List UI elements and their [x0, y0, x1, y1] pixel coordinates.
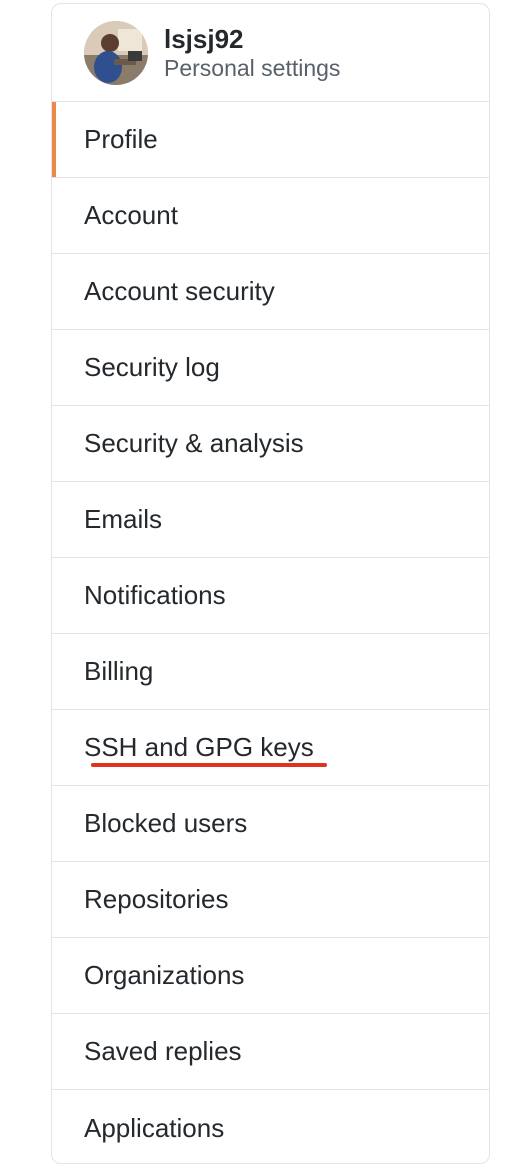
settings-sidebar: lsjsj92 Personal settings Profile Accoun…	[51, 3, 490, 1164]
nav-item-security-analysis[interactable]: Security & analysis	[52, 406, 489, 482]
avatar[interactable]	[84, 20, 148, 85]
nav-item-emails[interactable]: Emails	[52, 482, 489, 558]
nav-item-label: Account	[84, 200, 178, 230]
settings-nav: Profile Account Account security Securit…	[52, 102, 489, 1163]
user-text: lsjsj92 Personal settings	[164, 24, 340, 82]
nav-item-blocked-users[interactable]: Blocked users	[52, 786, 489, 862]
nav-item-repositories[interactable]: Repositories	[52, 862, 489, 938]
nav-item-organizations[interactable]: Organizations	[52, 938, 489, 1014]
nav-item-label: Saved replies	[84, 1036, 242, 1066]
nav-item-account-security[interactable]: Account security	[52, 254, 489, 330]
nav-item-label: Profile	[84, 124, 158, 154]
nav-item-label: Applications	[84, 1112, 225, 1143]
nav-item-label: Notifications	[84, 580, 226, 610]
nav-item-label: Repositories	[84, 884, 229, 914]
nav-item-security-log[interactable]: Security log	[52, 330, 489, 406]
nav-item-label: Account security	[84, 276, 275, 306]
highlight-underline	[91, 763, 327, 767]
personal-settings-label: Personal settings	[164, 54, 341, 81]
nav-item-billing[interactable]: Billing	[52, 634, 489, 710]
nav-item-applications[interactable]: Applications	[52, 1090, 489, 1163]
nav-item-account[interactable]: Account	[52, 178, 489, 254]
nav-item-label: Billing	[84, 656, 154, 686]
nav-item-ssh-gpg-keys[interactable]: SSH and GPG keys	[52, 710, 489, 786]
user-header: lsjsj92 Personal settings	[52, 4, 489, 102]
nav-item-notifications[interactable]: Notifications	[52, 558, 489, 634]
nav-item-label: Security & analysis	[84, 428, 304, 458]
avatar-photo-icon	[84, 20, 148, 85]
username[interactable]: lsjsj92	[164, 24, 340, 54]
nav-item-label: Blocked users	[84, 808, 248, 838]
nav-item-saved-replies[interactable]: Saved replies	[52, 1014, 489, 1090]
nav-item-label: Security log	[84, 352, 220, 382]
nav-item-label: Emails	[84, 504, 163, 534]
nav-item-profile[interactable]: Profile	[52, 102, 489, 178]
nav-item-label: Organizations	[84, 960, 245, 990]
nav-item-label: SSH and GPG keys	[84, 732, 314, 762]
